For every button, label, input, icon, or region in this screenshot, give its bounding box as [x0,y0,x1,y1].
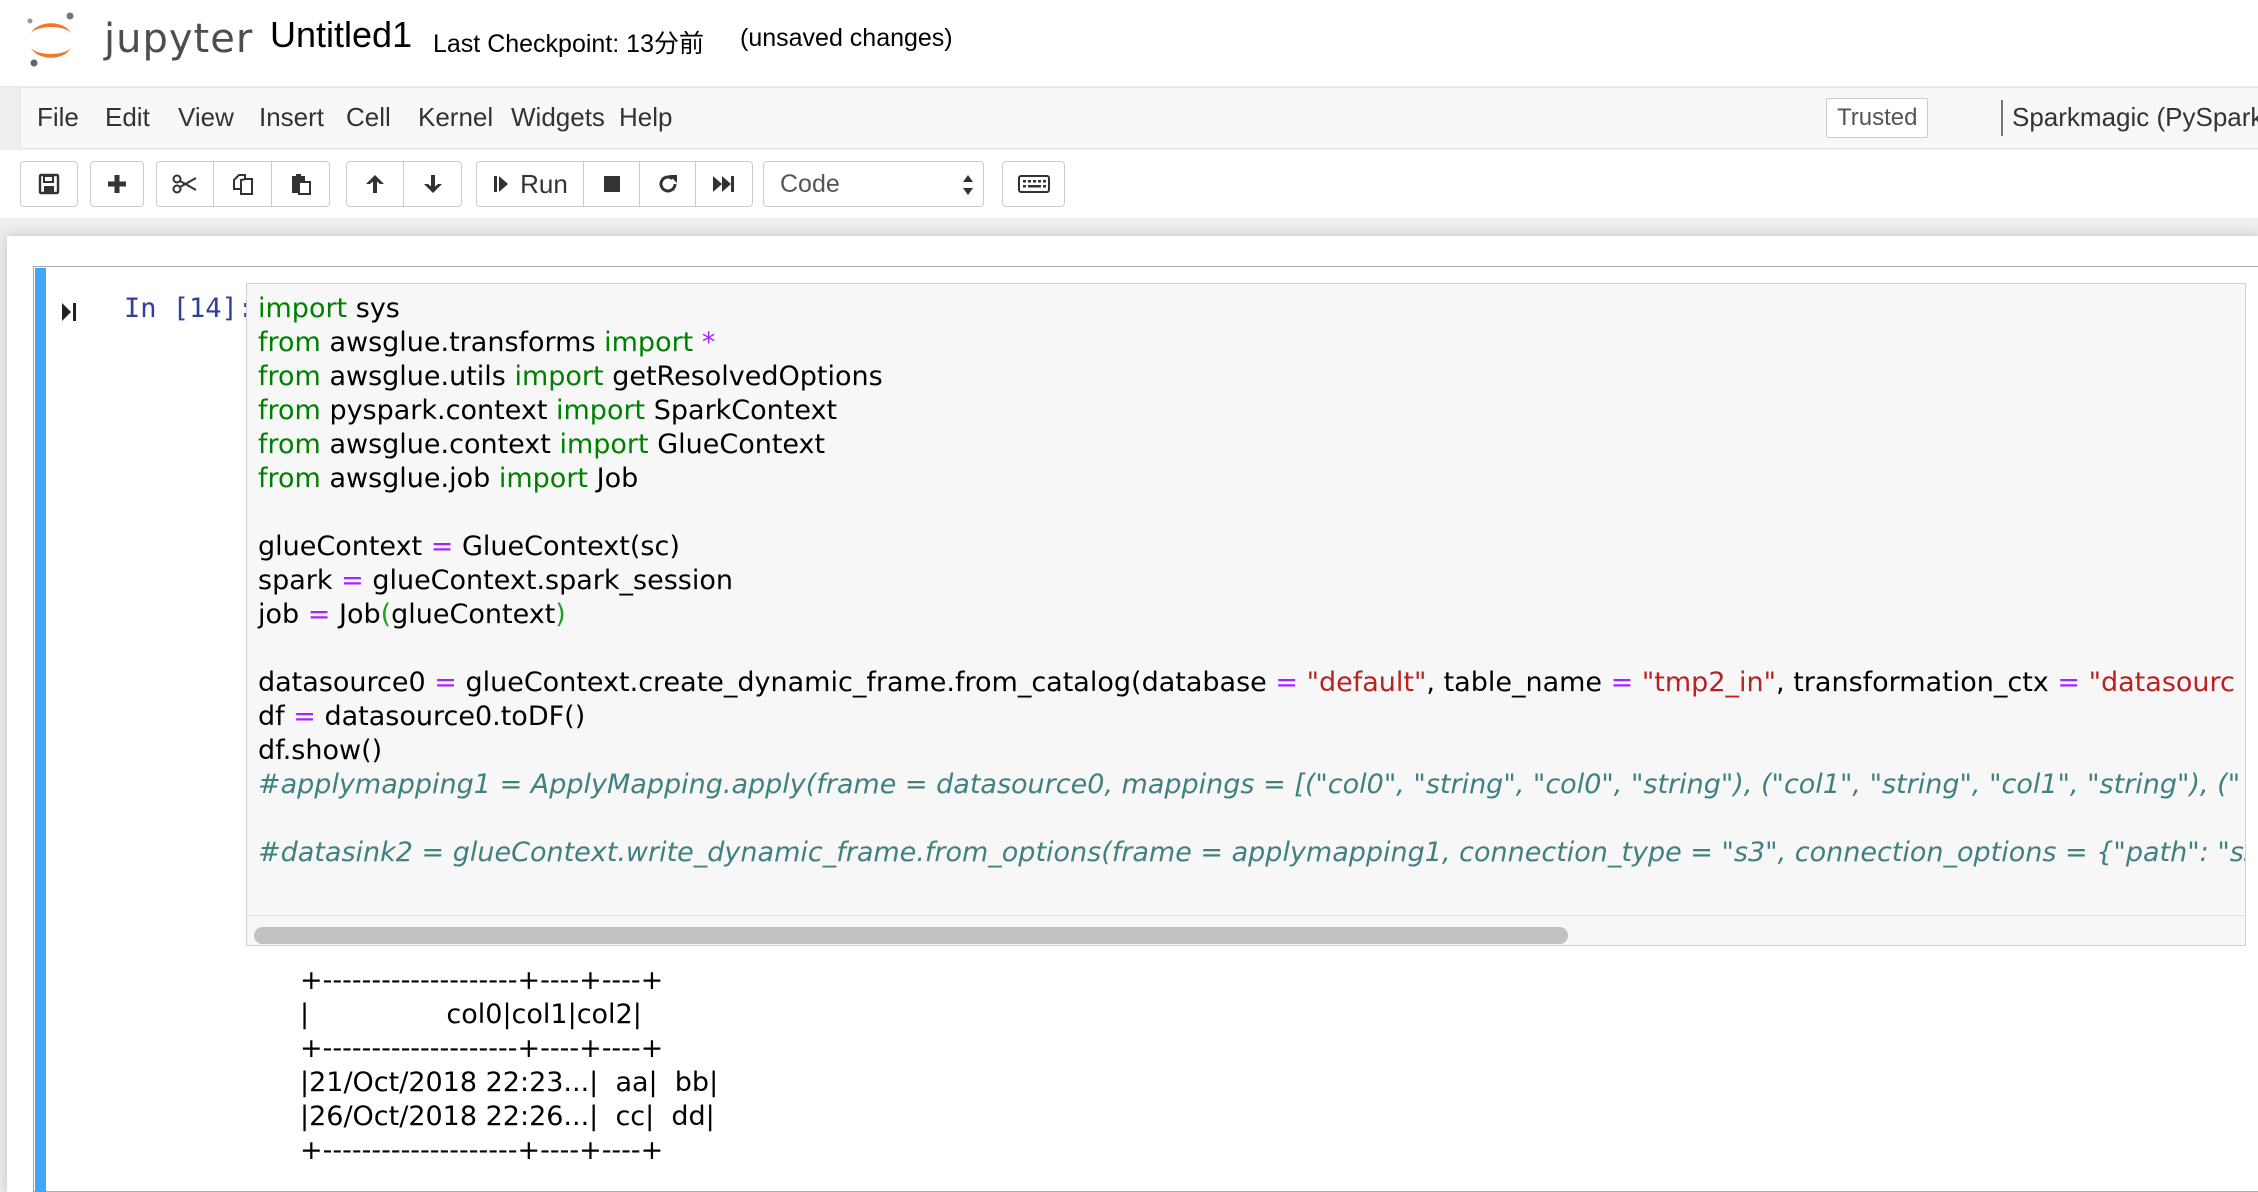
cell-output: +--------------------+----+----+ | col0|c… [300,964,718,1168]
step-forward-icon [494,176,509,192]
scrollbar-thumb[interactable] [254,927,1568,944]
kernel-name[interactable]: Sparkmagic (PySpark) [2012,102,2258,133]
header: jupyter Untitled1 Last Checkpoint: 13分前 … [0,0,2258,87]
jupyter-logo-icon [27,12,74,67]
cell-type-value: Code [780,170,840,198]
trusted-indicator[interactable]: Trusted [1826,98,1929,138]
kernel-separator [2001,100,2003,136]
output-line: | col0|col1|col2| [300,999,642,1030]
logo-text: jupyter [104,16,254,62]
copy-button[interactable] [213,161,272,207]
menu-cell[interactable]: Cell [346,102,391,133]
selected-cell-bar [35,268,46,1192]
menu-view[interactable]: View [178,102,234,133]
arrow-down-icon [423,175,442,193]
notebook-name[interactable]: Untitled1 [270,14,412,56]
stop-icon [603,176,620,192]
checkpoint-status: Last Checkpoint: 13分前 [433,30,704,58]
interrupt-button[interactable] [583,161,640,207]
code-line: glueContext = GlueContext(sc) [258,531,680,562]
paste-button[interactable] [271,161,330,207]
paste-icon [291,174,311,195]
move-up-button[interactable] [346,161,404,207]
command-palette-button[interactable] [1002,161,1065,207]
menu-widgets[interactable]: Widgets [511,102,605,133]
save-icon [38,173,60,195]
input-prompt: In [14]: [124,293,255,324]
cell-type-select[interactable]: Code [763,161,984,207]
select-arrows-icon [963,175,973,195]
menu-kernel[interactable]: Kernel [418,102,493,133]
menubar: File Edit View Insert Cell Kernel Widget… [20,87,2258,149]
restart-icon [659,175,677,193]
output-line: |26/Oct/2018 22:26...| cc| dd| [300,1101,715,1132]
restart-button[interactable] [639,161,696,207]
unsaved-changes-label: (unsaved changes) [740,24,953,52]
code-line: df.show() [258,735,383,766]
menu-help[interactable]: Help [619,102,672,133]
output-line: +--------------------+----+----+ [300,1135,664,1166]
code-line: import sys [258,293,400,324]
restart-run-all-button[interactable] [695,161,753,207]
jupyter-logo[interactable]: jupyter [26,10,266,72]
menu-file[interactable]: File [37,102,79,133]
code-line: from awsglue.job import Job [258,463,639,494]
output-line: |21/Oct/2018 22:23...| aa| bb| [300,1067,719,1098]
output-line: +--------------------+----+----+ [300,1033,664,1064]
move-down-button[interactable] [403,161,462,207]
code-line: from awsglue.transforms import * [258,327,716,358]
code-line: from pyspark.context import SparkContext [258,395,838,426]
run-label: Run [520,168,568,199]
code-line: #applymapping1 = ApplyMapping.apply(fram… [258,769,2241,800]
save-button[interactable] [20,161,78,207]
run-button[interactable]: Run [476,161,584,207]
code-line: datasource0 = glueContext.create_dynamic… [258,667,2235,698]
insert-cell-button[interactable] [90,161,144,207]
code-line: from awsglue.utils import getResolvedOpt… [258,361,883,392]
plus-icon [108,175,126,193]
arrow-up-icon [366,175,384,193]
menu-insert[interactable]: Insert [259,102,324,133]
horizontal-scrollbar[interactable] [248,915,2244,945]
output-line: +--------------------+----+----+ [300,965,664,996]
keyboard-icon [1017,175,1050,193]
code-line: from awsglue.context import GlueContext [258,429,826,460]
run-cell-icon[interactable] [60,300,80,324]
cut-button[interactable] [156,161,214,207]
code-line: #datasink2 = glueContext.write_dynamic_f… [258,837,2246,868]
cut-icon [172,174,197,194]
code-area[interactable]: import sys from awsglue.transforms import… [258,292,2246,870]
menu-edit[interactable]: Edit [105,102,150,133]
toolbar: Run Code [0,150,2258,218]
copy-icon [232,174,253,195]
code-line: spark = glueContext.spark_session [258,565,733,596]
code-line: job = Job(glueContext) [258,599,566,630]
fast-forward-icon [713,176,734,192]
code-editor[interactable]: import sys from awsglue.transforms import… [246,283,2246,946]
code-line: df = datasource0.toDF() [258,701,586,732]
